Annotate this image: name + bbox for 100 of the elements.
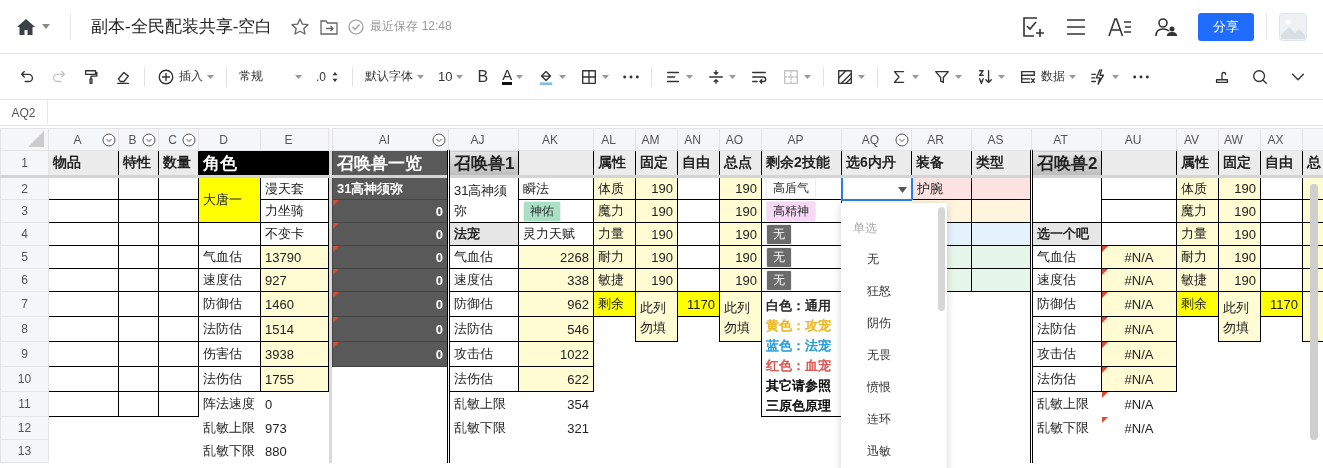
table-cell: 力坐骑 <box>260 199 329 223</box>
scrollbar[interactable] <box>938 207 945 311</box>
column-header[interactable]: AS <box>971 128 1032 151</box>
scrollbar[interactable] <box>1310 184 1318 440</box>
menu-item[interactable]: 无 <box>867 243 879 275</box>
column-header[interactable]: AU <box>1101 128 1177 151</box>
home-button[interactable] <box>16 17 50 36</box>
tag: 无 <box>766 223 792 245</box>
row-header[interactable]: 12 <box>0 416 49 440</box>
menu-item[interactable]: 阴伤 <box>867 307 891 339</box>
row-header[interactable]: 10 <box>0 366 49 392</box>
legend-text: 红色：血宠 <box>766 357 831 375</box>
caret-icon <box>559 74 567 79</box>
star-icon[interactable] <box>290 16 311 37</box>
table-cell <box>48 366 119 392</box>
table-cell: 0 <box>332 291 449 317</box>
column-header[interactable]: AQ <box>841 128 912 151</box>
table-cell <box>118 245 159 269</box>
row-header[interactable]: 1 <box>0 150 49 177</box>
caret-icon[interactable] <box>897 186 907 193</box>
name-box[interactable]: AQ2 <box>0 100 48 125</box>
data-button[interactable]: 数据 <box>1017 65 1079 88</box>
insert-button[interactable]: 插入 <box>155 65 216 88</box>
tag: 高盾气 <box>766 178 816 199</box>
row-header[interactable]: 11 <box>0 391 49 417</box>
row-header[interactable]: 9 <box>0 341 49 367</box>
table-cell: 乱敏上限 <box>448 391 519 417</box>
row-header[interactable]: 8 <box>0 316 49 342</box>
dropdown-circle-icon[interactable] <box>895 133 909 147</box>
decimal-button[interactable]: .0 <box>314 65 342 88</box>
row-header[interactable]: 5 <box>0 245 49 269</box>
table-cell <box>158 316 199 342</box>
folder-arrow-icon[interactable] <box>320 18 339 35</box>
font-dropdown[interactable]: 默认字体 <box>363 66 426 87</box>
menu-item[interactable]: 连环 <box>867 403 891 435</box>
caret-icon <box>602 74 610 79</box>
checklist-add-icon[interactable] <box>1022 15 1044 38</box>
row-header[interactable]: 7 <box>0 291 49 317</box>
menu-item[interactable]: 迅敏 <box>867 435 891 467</box>
row-header[interactable]: 13 <box>0 439 49 463</box>
format-dropdown[interactable]: 常规 <box>237 66 304 87</box>
merge-cells-icon <box>782 67 801 86</box>
share-button[interactable]: 分享 <box>1198 12 1254 41</box>
table-cell <box>118 268 159 292</box>
table-cell: 不变卡 <box>260 222 329 246</box>
font-color-button[interactable]: A <box>500 66 526 87</box>
column-header[interactable]: D <box>198 128 261 151</box>
column-header[interactable]: AP <box>761 128 842 151</box>
column-header[interactable]: AR <box>911 128 972 151</box>
table-cell <box>158 391 199 417</box>
row-header[interactable]: 2 <box>0 176 49 200</box>
dropdown-circle-icon[interactable] <box>142 133 156 147</box>
people-icon[interactable] <box>1154 16 1178 37</box>
dropdown-circle-icon[interactable] <box>182 133 196 147</box>
dropdown-circle-icon[interactable] <box>102 133 116 147</box>
table-cell <box>48 268 119 292</box>
menu-item[interactable]: 狂怒 <box>867 275 891 307</box>
table-cell <box>158 341 199 367</box>
table-cell <box>118 341 159 367</box>
table-cell: 瞬法 <box>518 176 594 200</box>
column-header[interactable]: AW <box>1218 128 1261 151</box>
table-cell <box>677 222 720 246</box>
table-cell <box>48 391 119 417</box>
column-header[interactable]: AL <box>593 128 636 151</box>
table-cell: 物品 <box>48 150 119 177</box>
dropdown-circle-icon[interactable] <box>432 133 446 147</box>
legend-text: 白色：通用 <box>766 297 831 315</box>
caret-icon <box>858 74 866 79</box>
column-header[interactable]: C <box>158 128 199 151</box>
table-cell <box>1260 268 1303 292</box>
column-header[interactable]: E <box>260 128 329 151</box>
font-size-dropdown[interactable]: 10 <box>436 67 466 86</box>
caret-icon <box>42 24 50 29</box>
column-header[interactable]: AT <box>1031 128 1102 151</box>
menu-item[interactable]: 愤恨 <box>867 371 891 403</box>
caret-icon <box>1112 74 1120 79</box>
column-header[interactable]: AM <box>635 128 678 151</box>
column-header[interactable]: AI <box>332 128 449 151</box>
column-header[interactable]: B <box>118 128 159 151</box>
table-cell <box>198 222 261 246</box>
column-header[interactable]: AX <box>1260 128 1303 151</box>
table-cell <box>48 341 119 367</box>
column-header[interactable]: AK <box>518 128 594 151</box>
column-header[interactable]: AO <box>719 128 762 151</box>
table-cell: 召唤兽一览 <box>332 150 449 177</box>
text-format-icon[interactable] <box>1108 16 1132 37</box>
column-header[interactable]: AJ <box>448 128 519 151</box>
menu-item[interactable]: 无畏 <box>867 339 891 371</box>
selected-cell[interactable] <box>841 176 912 200</box>
row-header[interactable]: 4 <box>0 222 49 246</box>
column-header[interactable]: A <box>48 128 119 151</box>
menu-icon[interactable] <box>1066 17 1086 36</box>
column-header[interactable]: AN <box>677 128 720 151</box>
caret-icon <box>417 74 424 79</box>
bold-button[interactable]: B <box>475 65 491 88</box>
table-cell: 此列勿填 <box>1218 291 1261 342</box>
column-header[interactable]: AV <box>1176 128 1219 151</box>
table-cell: 0 <box>332 199 449 223</box>
row-header[interactable]: 6 <box>0 268 49 292</box>
row-header[interactable]: 3 <box>0 199 49 223</box>
